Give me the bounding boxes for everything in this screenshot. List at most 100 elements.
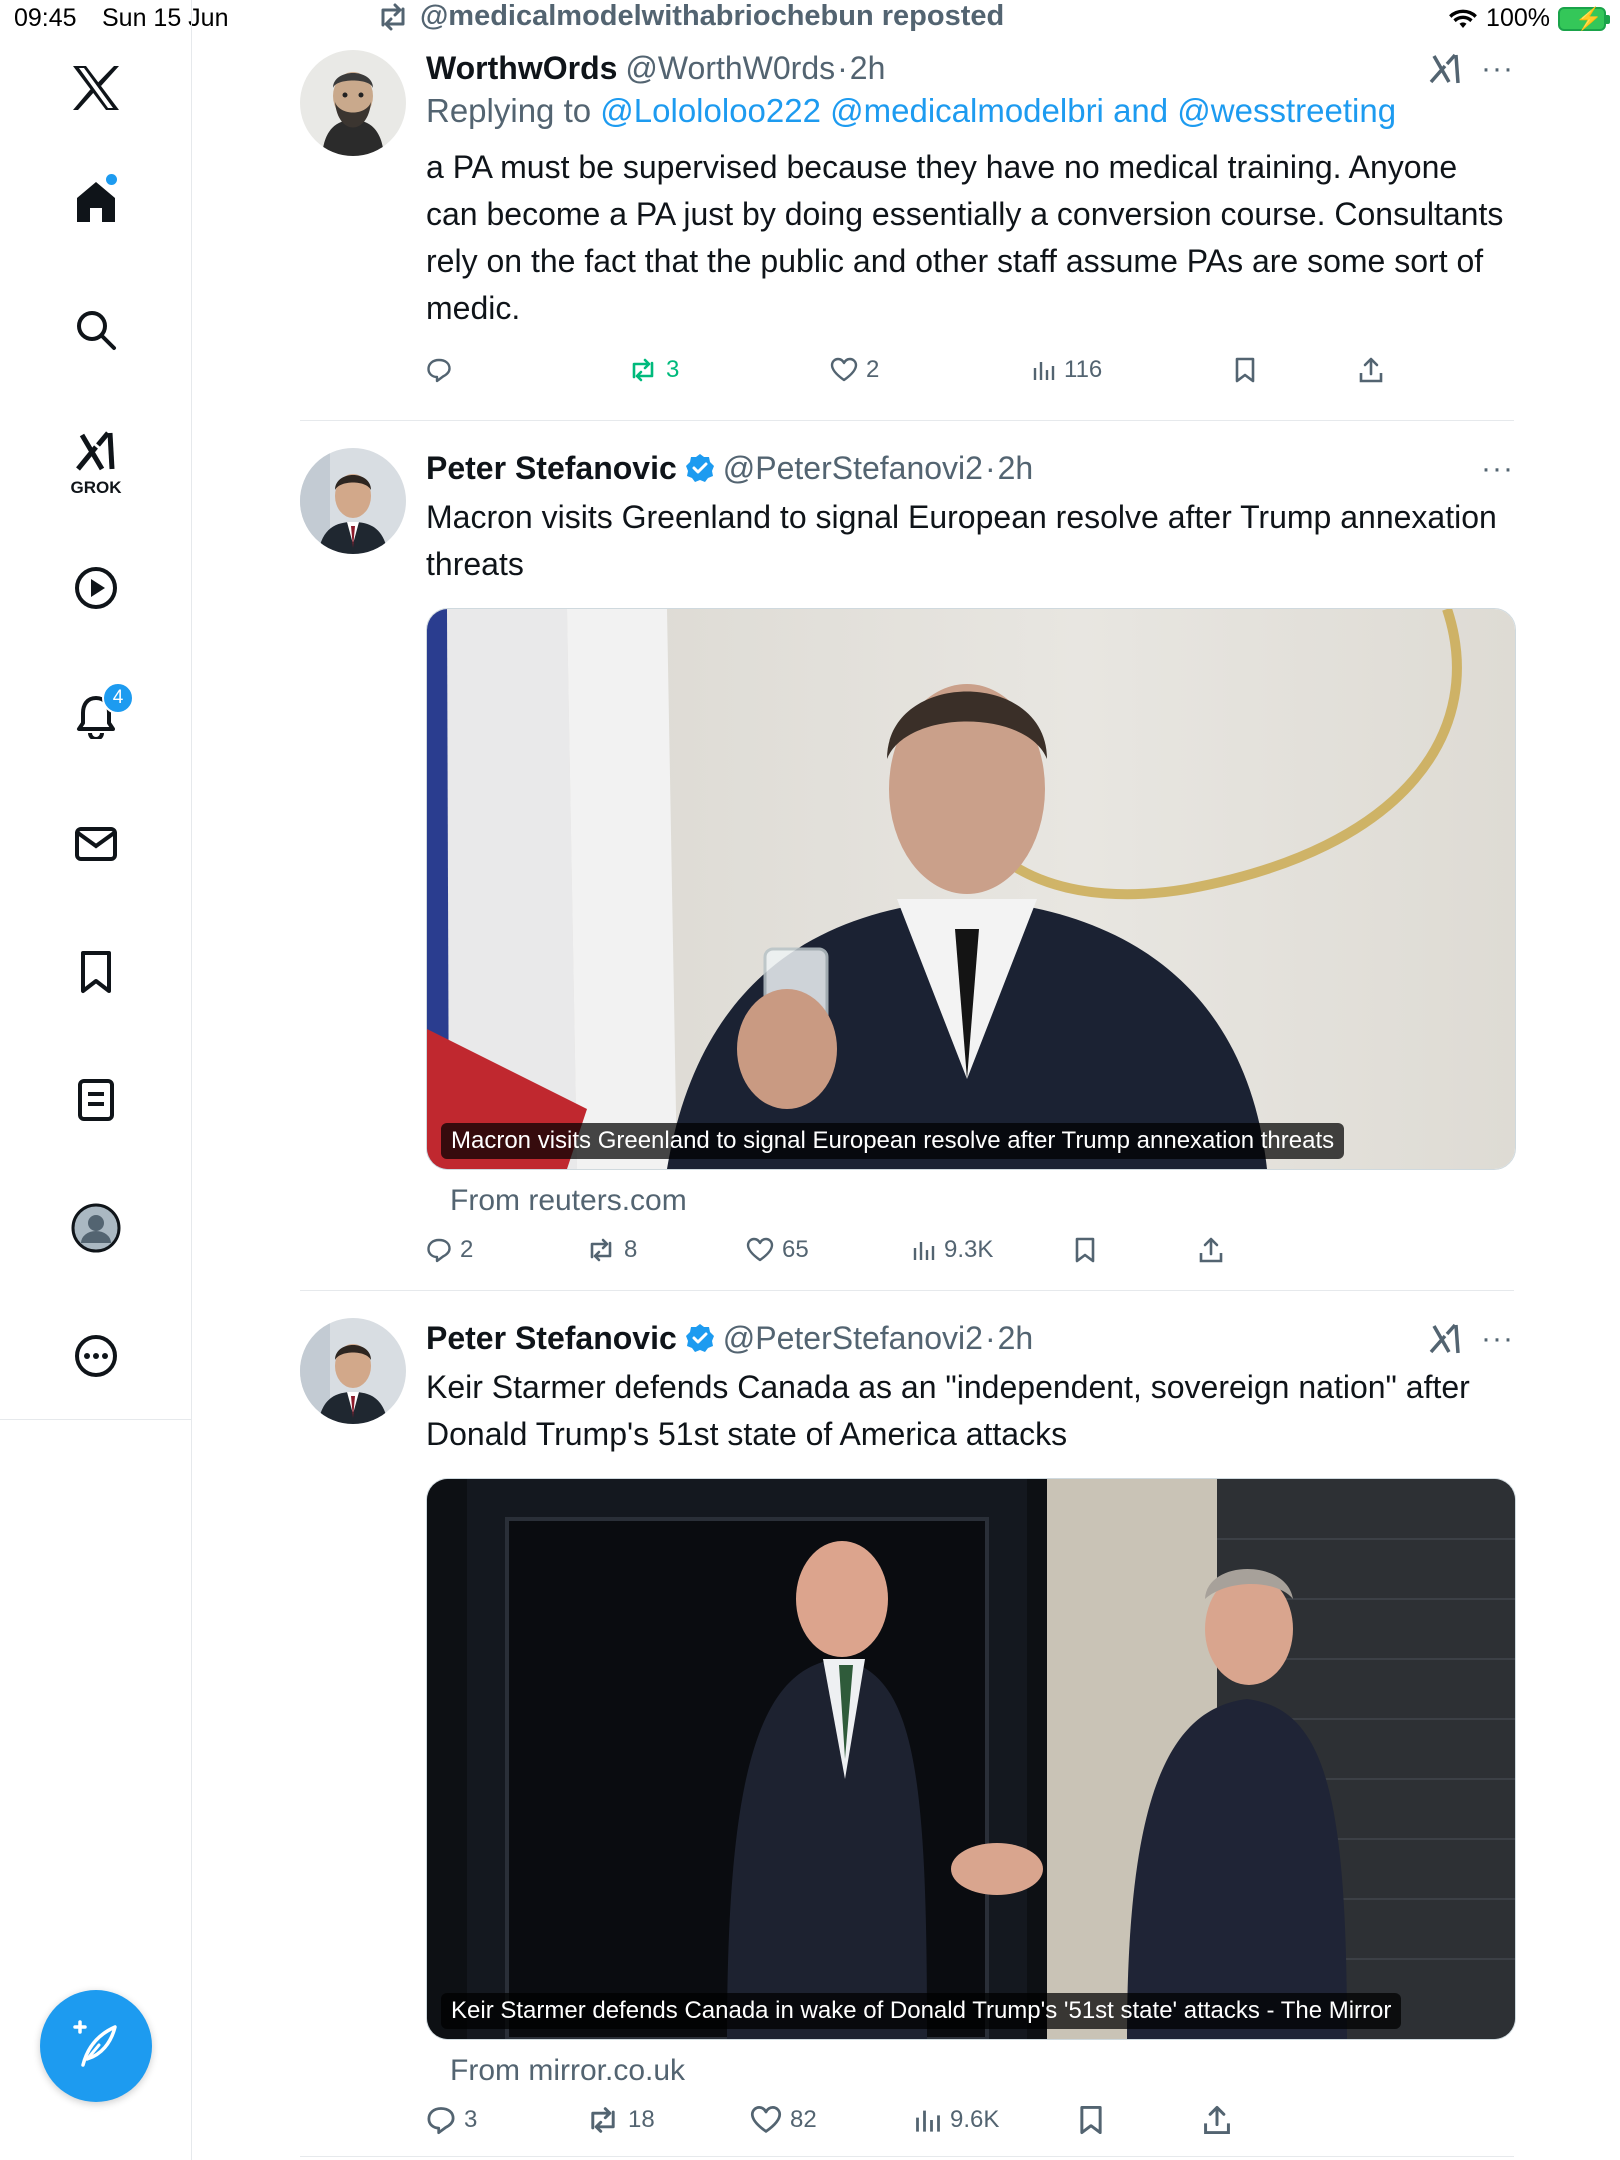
post-time[interactable]: 2h	[998, 1320, 1034, 1357]
sidebar-item-more[interactable]	[56, 1316, 136, 1396]
bookmark-icon	[1080, 2105, 1102, 2135]
home-icon	[77, 182, 115, 222]
separator-dot: ·	[984, 449, 996, 486]
views-icon	[1033, 362, 1055, 380]
bookmark-icon	[1235, 357, 1255, 383]
views-button[interactable]: 9.3K	[912, 1228, 993, 1272]
post-top-actions: ···	[1427, 52, 1514, 86]
like-button[interactable]: 65	[746, 1228, 809, 1272]
reply-mention[interactable]: @Lolololoo222	[600, 92, 821, 129]
author-name[interactable]: Peter Stefanovic	[426, 450, 677, 487]
post-divider	[300, 1290, 1514, 1291]
post-text: Keir Starmer defends Canada as an "indep…	[426, 1369, 1470, 1452]
sidebar-item-messages[interactable]	[56, 804, 136, 884]
mail-icon	[75, 827, 117, 861]
x-logo-button[interactable]	[56, 48, 136, 128]
link-card-source[interactable]: From mirror.co.uk	[450, 2054, 1514, 2088]
post-starmer[interactable]: Peter Stefanovic @PeterStefanovi2 · 2h K…	[300, 1316, 1516, 2160]
reply-mention[interactable]: @medicalmodelbri	[830, 92, 1104, 129]
post-divider	[300, 420, 1514, 421]
sidebar-item-grok[interactable]: GROK	[56, 420, 136, 504]
post-actions: 3 2 116	[426, 348, 1426, 392]
wifi-icon	[1449, 9, 1477, 28]
author-handle[interactable]: @PeterStefanovi2	[723, 450, 983, 487]
reply-mention[interactable]: @wesstreeting	[1177, 92, 1396, 129]
views-icon	[913, 1242, 935, 1260]
views-button[interactable]: 9.6K	[914, 2098, 999, 2142]
grok-icon[interactable]	[1427, 1322, 1463, 1356]
author-handle[interactable]: @WorthW0rds	[625, 50, 835, 87]
bookmark-icon	[81, 951, 111, 993]
post-time[interactable]: 2h	[850, 50, 886, 87]
sidebar-item-home[interactable]	[56, 162, 136, 242]
bookmark-button[interactable]	[1234, 348, 1256, 392]
repost-button[interactable]: 8	[586, 1228, 637, 1272]
sidebar-item-bookmarks[interactable]	[56, 932, 136, 1012]
link-card-source[interactable]: From reuters.com	[450, 1184, 1514, 1218]
more-options-icon[interactable]: ···	[1481, 1322, 1514, 1356]
reply-count: 3	[464, 2106, 478, 2133]
like-button[interactable]: 2	[830, 348, 879, 392]
share-button[interactable]	[1358, 348, 1384, 392]
repost-button[interactable]: 18	[586, 2098, 655, 2142]
avatar[interactable]	[300, 1318, 406, 1424]
post-time[interactable]: 2h	[998, 450, 1034, 487]
sidebar-item-video[interactable]	[56, 548, 136, 628]
compose-button[interactable]	[40, 1990, 152, 2102]
post-worthwords[interactable]: WorthwOrds @WorthW0rds · 2h Replying to …	[300, 46, 1514, 416]
post-macron[interactable]: Peter Stefanovic @PeterStefanovi2 · 2h M…	[300, 446, 1516, 1282]
reply-prefix: Replying to	[426, 92, 592, 129]
reply-button[interactable]	[426, 348, 460, 392]
sidebar-item-search[interactable]	[56, 290, 136, 370]
grok-label: GROK	[70, 478, 122, 497]
home-unread-dot	[106, 174, 117, 185]
like-count: 82	[790, 2106, 817, 2133]
starmer-photo	[427, 1479, 1515, 2039]
avatar[interactable]	[300, 448, 406, 554]
repost-header[interactable]: @medicalmodelwithabriochebun reposted	[376, 0, 1004, 33]
more-options-icon[interactable]: ···	[1481, 452, 1514, 486]
battery-percent: 100%	[1486, 4, 1550, 32]
sidebar-item-lists[interactable]	[56, 1060, 136, 1140]
heart-icon	[830, 357, 858, 382]
view-count: 9.6K	[950, 2106, 1000, 2133]
avatar[interactable]	[300, 50, 406, 156]
share-button[interactable]	[1202, 2098, 1232, 2142]
grok-icon	[76, 431, 115, 471]
bookmark-button[interactable]	[1078, 2098, 1104, 2142]
reply-button[interactable]: 2	[426, 1228, 473, 1272]
reply-button[interactable]: 3	[426, 2098, 477, 2142]
link-card-image[interactable]: Keir Starmer defends Canada in wake of D…	[426, 1478, 1516, 2040]
sidebar: GROK 4	[0, 0, 192, 2160]
reply-and: and	[1113, 92, 1169, 129]
sidebar-item-notifications[interactable]: 4	[56, 676, 136, 756]
post-text: a PA must be supervised because they hav…	[426, 149, 1504, 326]
separator-dot: ·	[984, 1319, 996, 1356]
repost-icon	[381, 3, 405, 30]
views-button[interactable]: 116	[1032, 348, 1102, 392]
sidebar-item-profile[interactable]	[56, 1188, 136, 1268]
reply-icon	[427, 1238, 451, 1263]
heart-icon	[746, 1237, 774, 1262]
author-name[interactable]: WorthwOrds	[426, 50, 617, 87]
share-icon	[1204, 2105, 1230, 2135]
repost-button[interactable]: 3	[628, 348, 679, 392]
bookmark-button[interactable]	[1074, 1228, 1096, 1272]
grok-icon[interactable]	[1427, 52, 1463, 86]
share-button[interactable]	[1198, 1228, 1224, 1272]
share-icon	[1199, 1237, 1223, 1263]
notifications-badge: 4	[102, 682, 134, 714]
separator-dot: ·	[837, 49, 848, 86]
repost-count: 8	[624, 1236, 638, 1263]
share-icon	[1359, 357, 1383, 383]
link-card-image[interactable]: Macron visits Greenland to signal Europe…	[426, 608, 1516, 1170]
more-options-icon[interactable]: ···	[1481, 52, 1514, 86]
author-name[interactable]: Peter Stefanovic	[426, 1320, 677, 1357]
repost-count: 18	[628, 2106, 655, 2133]
author-handle[interactable]: @PeterStefanovi2	[723, 1320, 983, 1357]
verified-icon	[685, 1324, 714, 1352]
play-icon	[75, 567, 117, 609]
like-button[interactable]: 82	[750, 2098, 817, 2142]
search-icon	[77, 311, 116, 350]
macron-photo	[427, 609, 1515, 1169]
